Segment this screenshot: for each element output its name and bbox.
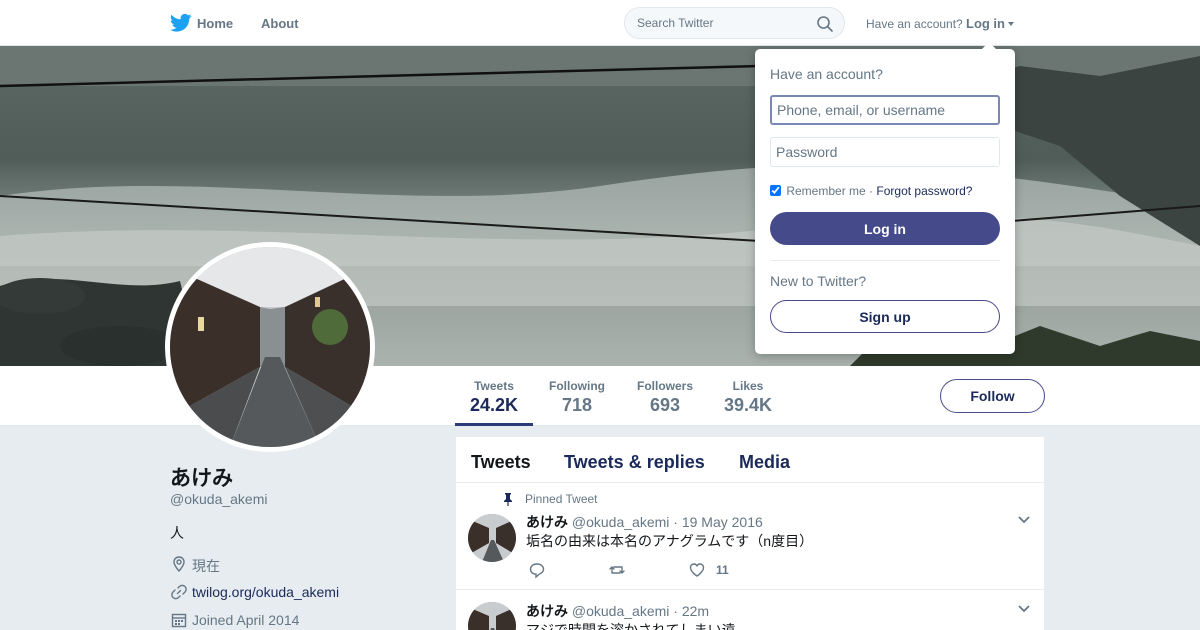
username-field[interactable] xyxy=(770,95,1000,125)
search-input[interactable] xyxy=(637,16,807,30)
link-icon xyxy=(171,584,187,600)
login-dropdown: Have an account? Remember me · Forgot pa… xyxy=(755,42,1015,354)
tab-tweets-and-replies[interactable]: Tweets & replies xyxy=(564,452,705,473)
tweet-text: 垢名の由来は本名のアナグラムです（n度目） xyxy=(526,533,814,549)
chevron-down-icon[interactable] xyxy=(1017,604,1031,614)
top-navigation-bar: Home About Have an account? Log in xyxy=(0,0,1200,46)
tweet-item[interactable]: あけみ @okuda_akemi · 22m マジで時間を溶かされてしまい遠 xyxy=(456,590,1044,630)
tweet-avatar[interactable] xyxy=(468,602,516,630)
profile-name: あけみ xyxy=(170,467,233,490)
profile-website-link[interactable]: twilog.org/okuda_akemi xyxy=(192,584,339,600)
nav-home-link[interactable]: Home xyxy=(197,16,233,31)
tweet-avatar[interactable] xyxy=(468,514,516,562)
search-bar xyxy=(624,7,845,39)
caret-down-icon[interactable] xyxy=(1008,22,1014,26)
remember-me-checkbox[interactable] xyxy=(770,185,781,196)
tweet-author-name[interactable]: あけみ xyxy=(526,603,568,619)
chevron-down-icon[interactable] xyxy=(1017,515,1031,525)
search-icon[interactable] xyxy=(816,15,834,33)
calendar-icon xyxy=(171,613,187,628)
tweet-text: マジで時間を溶かされてしまい遠 xyxy=(526,622,736,630)
nav-about-link[interactable]: About xyxy=(261,16,299,31)
like-icon[interactable] xyxy=(688,561,706,579)
follow-button[interactable]: Follow xyxy=(940,379,1045,413)
stat-following-value: 718 xyxy=(561,395,593,415)
tweet-header: あけみ @okuda_akemi · 22m xyxy=(526,601,709,621)
tab-media[interactable]: Media xyxy=(739,452,790,473)
remember-me-row: Remember me · Forgot password? xyxy=(770,184,972,198)
profile-location-text: 現在 xyxy=(192,558,220,574)
profile-avatar[interactable] xyxy=(165,242,375,452)
stat-tweets[interactable]: Tweets 24.2K xyxy=(455,366,533,426)
location-pin-icon xyxy=(173,556,185,573)
stat-likes[interactable]: Likes 39.4K xyxy=(718,366,778,426)
divider xyxy=(770,260,1000,261)
profile-joined-text: Joined April 2014 xyxy=(192,612,300,628)
pin-icon xyxy=(504,493,512,506)
stat-following[interactable]: Following 718 xyxy=(542,366,612,426)
nav-login-link[interactable]: Log in xyxy=(966,16,1005,31)
tab-tweets[interactable]: Tweets xyxy=(471,452,531,473)
reply-icon[interactable] xyxy=(528,561,546,579)
stat-likes-value: 39.4K xyxy=(723,395,773,415)
profile-bio: 人 xyxy=(170,525,184,541)
have-account-text: Have an account? xyxy=(866,17,963,31)
timeline: Tweets Tweets & replies Media Pinned Twe… xyxy=(456,437,1044,630)
tweet-header: あけみ @okuda_akemi · 19 May 2016 xyxy=(526,512,763,532)
dropdown-caret xyxy=(981,42,997,50)
new-to-twitter-text: New to Twitter? xyxy=(770,273,867,289)
separator-dot: · xyxy=(869,184,874,198)
retweet-icon[interactable] xyxy=(608,561,626,579)
stat-tweets-value: 24.2K xyxy=(469,395,519,415)
password-field[interactable] xyxy=(770,137,1000,167)
twitter-bird-icon[interactable] xyxy=(170,13,192,33)
forgot-password-link[interactable]: Forgot password? xyxy=(876,184,972,198)
stat-followers-value: 693 xyxy=(649,395,681,415)
tweet-author-handle[interactable]: @okuda_akemi xyxy=(572,514,670,530)
tweet-author-handle[interactable]: @okuda_akemi xyxy=(572,603,670,619)
stat-followers-label: Followers xyxy=(636,379,693,393)
login-dropdown-title: Have an account? xyxy=(770,66,883,82)
signup-button[interactable]: Sign up xyxy=(770,300,1000,333)
profile-handle: @okuda_akemi xyxy=(170,491,268,507)
stat-followers[interactable]: Followers 693 xyxy=(630,366,700,426)
timeline-tabs: Tweets Tweets & replies Media xyxy=(456,437,1044,483)
pinned-tweet-text: Pinned Tweet xyxy=(525,492,598,506)
stat-following-label: Following xyxy=(549,379,605,393)
like-count: 11 xyxy=(716,563,729,577)
stat-likes-label: Likes xyxy=(732,379,764,393)
tweet-item[interactable]: Pinned Tweet あけみ @okuda_akemi · 19 May 2… xyxy=(456,483,1044,590)
tweet-timestamp[interactable]: · 22m xyxy=(673,603,709,619)
login-button[interactable]: Log in xyxy=(770,212,1000,245)
remember-me-label: Remember me xyxy=(786,184,866,198)
tweet-timestamp[interactable]: · 19 May 2016 xyxy=(673,514,763,530)
tweet-author-name[interactable]: あけみ xyxy=(526,514,568,530)
stat-tweets-label: Tweets xyxy=(474,379,514,393)
